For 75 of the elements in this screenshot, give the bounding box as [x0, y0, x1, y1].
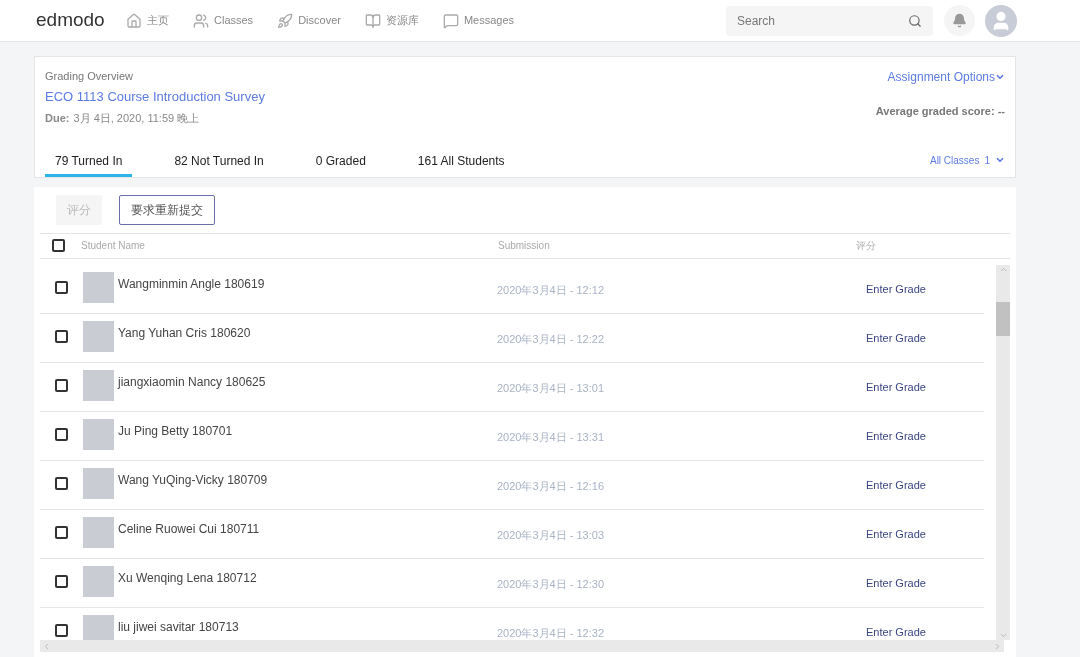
enter-grade-link[interactable]: Enter Grade [866, 476, 926, 493]
checkbox[interactable] [55, 476, 68, 490]
due-label: Due: [45, 111, 70, 126]
enter-grade-link[interactable]: Enter Grade [866, 525, 926, 542]
student-name[interactable]: Wang YuQing-Vicky 180709 [118, 470, 497, 509]
checkbox[interactable] [55, 574, 68, 588]
tab[interactable]: 0 Graded [305, 148, 376, 177]
submission-time: 2020年3月4日 - 13:31 [497, 429, 605, 445]
tab[interactable]: 82 Not Turned In [164, 148, 274, 177]
enter-grade-link[interactable]: Enter Grade [866, 378, 926, 395]
enter-grade-link[interactable]: Enter Grade [866, 427, 926, 444]
checkbox[interactable] [55, 378, 68, 392]
student-name[interactable]: Ju Ping Betty 180701 [118, 421, 497, 460]
classes-icon [193, 12, 209, 29]
checkbox[interactable] [55, 329, 68, 343]
submission-time: 2020年3月4日 - 12:12 [497, 282, 605, 298]
messages-icon [442, 12, 459, 29]
enter-grade-link[interactable]: Enter Grade [866, 574, 926, 591]
student-photo [83, 565, 114, 597]
search-icon[interactable] [908, 13, 922, 28]
logo[interactable]: edmodo [36, 6, 126, 35]
submission-time: 2020年3月4日 - 13:01 [497, 380, 605, 396]
enter-grade-link[interactable]: Enter Grade [866, 623, 926, 640]
nav-link[interactable]: Classes [193, 12, 254, 29]
student-name[interactable]: Celine Ruowei Cui 180711 [118, 519, 497, 558]
vertical-scrollbar[interactable] [996, 264, 1010, 640]
tab[interactable]: 161 All Students [407, 148, 515, 177]
checkbox[interactable] [55, 623, 68, 637]
student-name[interactable]: jiangxiaomin Nancy 180625 [118, 372, 497, 411]
chevron-down-icon [995, 155, 1005, 165]
library-icon [364, 12, 381, 29]
enter-grade-link[interactable]: Enter Grade [866, 280, 926, 297]
assignment-title[interactable]: ECO 1113 Course Introduction Survey [45, 86, 265, 106]
student-photo [83, 614, 114, 640]
submission-time: 2020年3月4日 - 12:30 [497, 576, 605, 592]
student-photo [83, 271, 114, 303]
checkbox[interactable] [55, 525, 68, 539]
submission-time: 2020年3月4日 - 12:16 [497, 478, 605, 494]
student-photo [83, 320, 114, 352]
scroll-thumb[interactable] [996, 301, 1010, 336]
nav-link[interactable]: 主页 [126, 12, 169, 29]
chevron-down-icon [995, 72, 1005, 82]
class-filter[interactable]: All Classes 1 [929, 152, 1005, 168]
nav-link[interactable]: Discover [277, 12, 341, 29]
column-header: Student Name [81, 239, 146, 253]
enter-grade-link[interactable]: Enter Grade [866, 329, 926, 346]
checkbox[interactable] [55, 280, 68, 294]
checkbox[interactable] [55, 427, 68, 441]
column-header: 评分 [856, 239, 876, 253]
student-photo [83, 369, 114, 401]
nav-link[interactable]: 资源库 [364, 12, 419, 29]
due-date: 3月 4日, 2020, 11:59 晚上 [73, 111, 200, 126]
section-label: Grading Overview [45, 69, 135, 84]
search-field[interactable]: Search [726, 5, 933, 36]
submission-time: 2020年3月4日 - 12:32 [497, 625, 605, 640]
tab[interactable]: 79 Turned In [45, 148, 133, 177]
bell-icon [952, 13, 967, 28]
submission-time: 2020年3月4日 - 12:22 [497, 331, 605, 347]
student-photo [83, 516, 114, 548]
notification-button[interactable] [944, 5, 975, 36]
assignment-options-link[interactable]: Assignment Options [887, 68, 1005, 86]
action-button[interactable]: 要求重新提交 [119, 194, 215, 225]
home-icon [126, 12, 142, 29]
student-name[interactable]: Xu Wenqing Lena 180712 [118, 568, 497, 607]
checkbox[interactable] [52, 239, 65, 252]
submission-time: 2020年3月4日 - 13:03 [497, 527, 605, 543]
discover-icon [277, 12, 294, 29]
student-name[interactable]: liu jiwei savitar 180713 [118, 617, 497, 640]
nav-link[interactable]: Messages [442, 12, 515, 29]
student-name[interactable]: Yang Yuhan Cris 180620 [118, 323, 497, 362]
column-header: Submission [498, 239, 551, 253]
student-photo [83, 418, 114, 450]
student-photo [83, 467, 114, 499]
student-name[interactable]: Wangminmin Angle 180619 [118, 274, 497, 313]
average-score: Average graded score: -- [875, 104, 1005, 119]
